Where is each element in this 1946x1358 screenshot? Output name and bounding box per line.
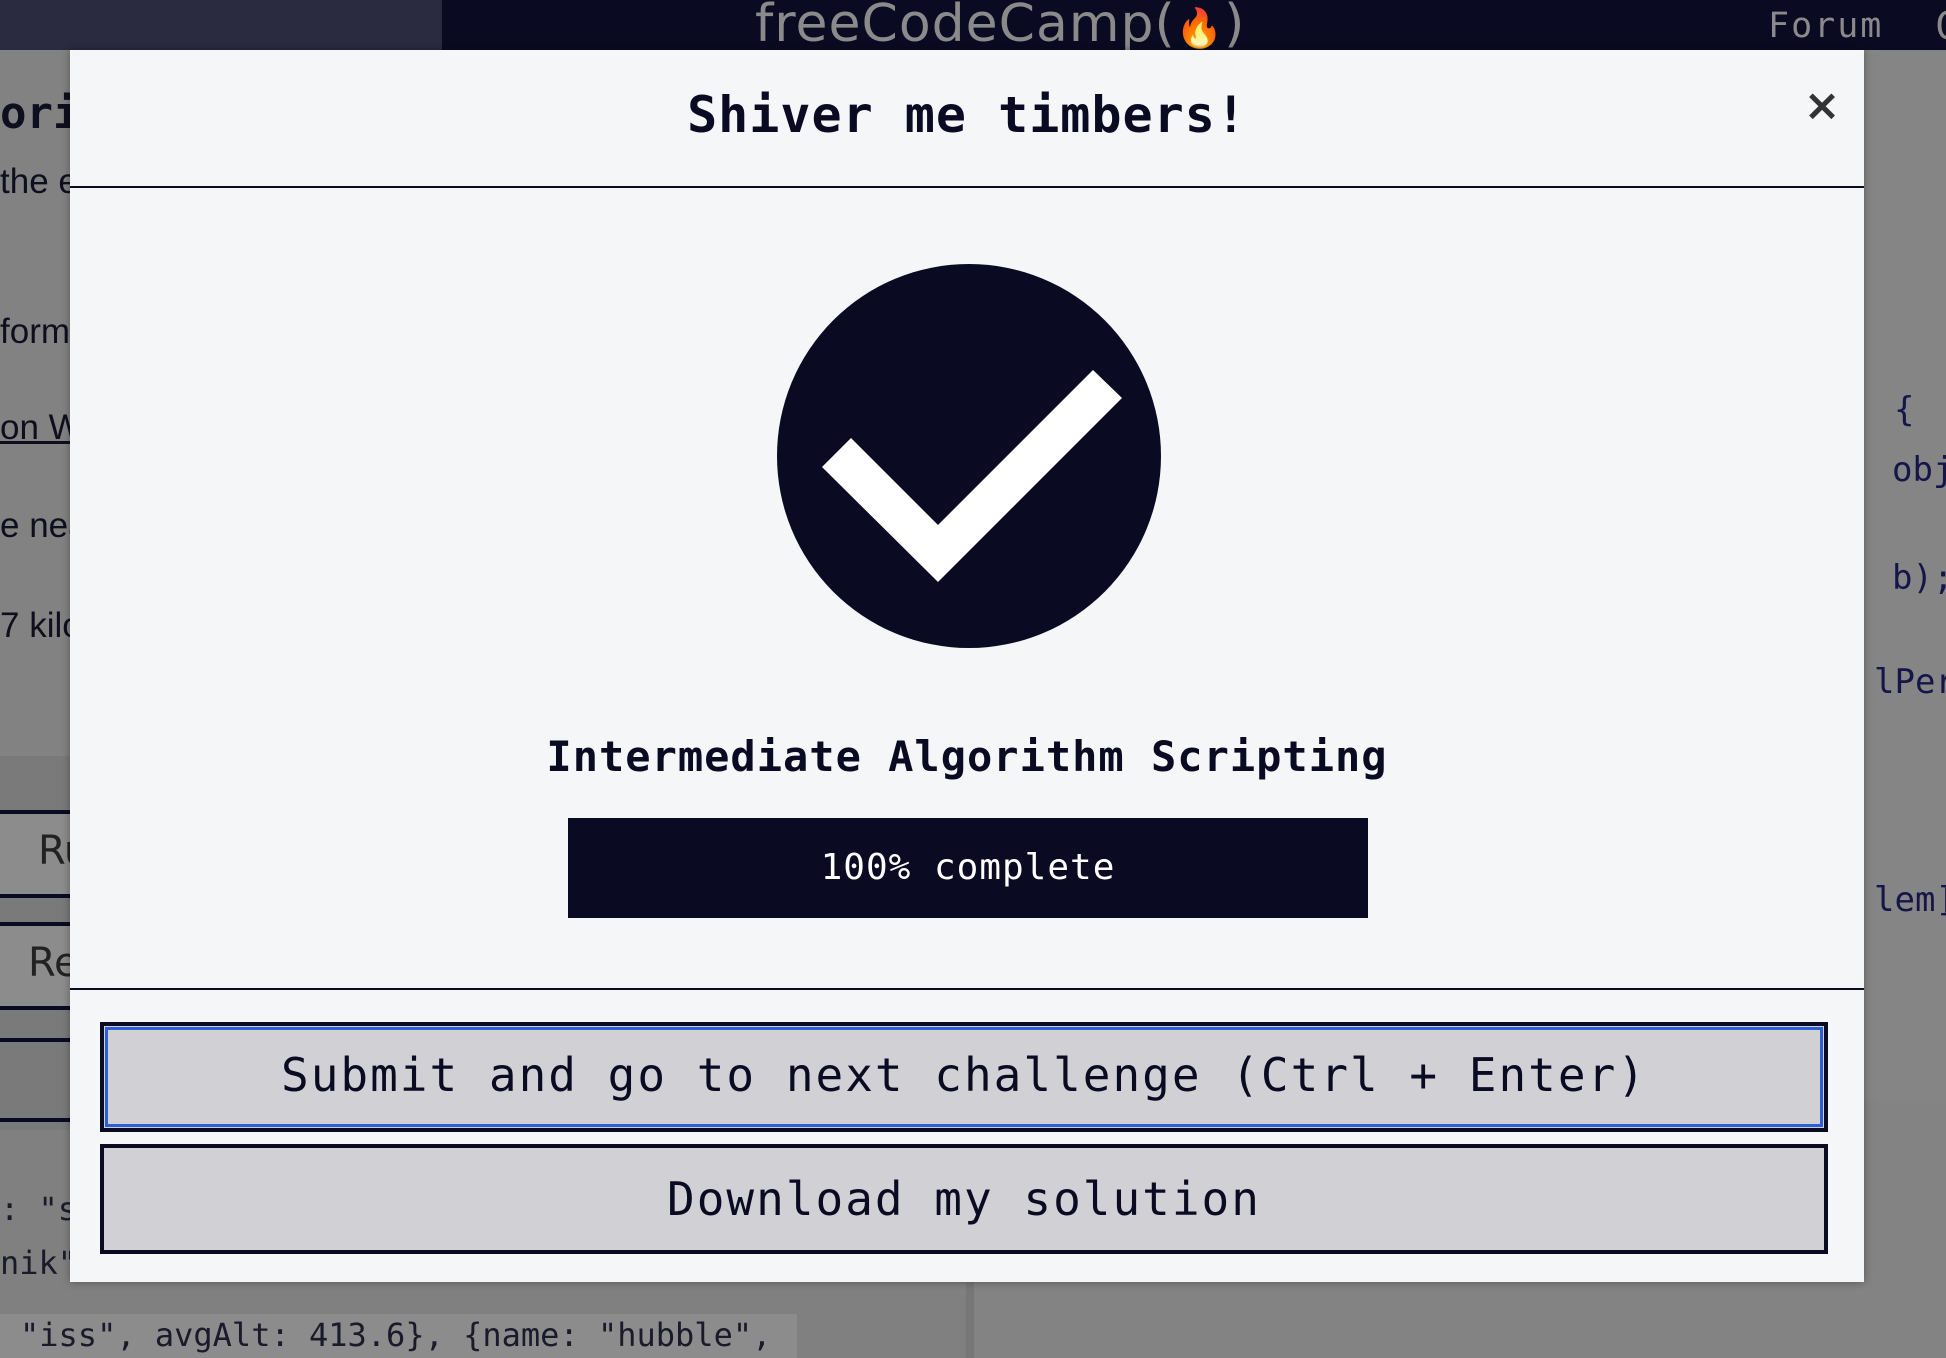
code-line: {	[1894, 390, 1915, 430]
description-line: form	[0, 312, 70, 351]
progress-bar: 100% complete	[568, 818, 1368, 918]
top-navbar: freeCodeCamp(🔥) Forum C	[0, 0, 1946, 54]
console-line: "iss", avgAlt: 413.6}, {name: "hubble",	[20, 1316, 772, 1354]
code-line: b);	[1892, 558, 1946, 598]
close-button[interactable]: ×	[1798, 82, 1846, 130]
block-name: Intermediate Algorithm Scripting	[546, 732, 1388, 781]
console-line: nik"	[0, 1244, 78, 1282]
console-line: : "s	[0, 1190, 78, 1228]
navbar-search-area[interactable]	[0, 0, 442, 50]
challenge-title-fragment: ori	[0, 88, 80, 139]
check-circle-icon	[777, 264, 1161, 648]
forum-link[interactable]: Forum	[1768, 6, 1883, 46]
console-entry: "iss", avgAlt: 413.6}, {name: "hubble",	[0, 1314, 797, 1358]
progress-label: 100% complete	[820, 847, 1116, 888]
logo-text: freeCodeCamp(	[755, 0, 1176, 54]
submit-next-challenge-button[interactable]: Submit and go to next challenge (Ctrl + …	[100, 1022, 1828, 1132]
modal-footer: Submit and go to next challenge (Ctrl + …	[70, 988, 1864, 1284]
modal-title: Shiver me timbers!	[687, 86, 1247, 144]
code-line: obj	[1892, 450, 1946, 490]
code-line: lPer	[1874, 662, 1946, 702]
flame-icon: 🔥	[1175, 6, 1225, 50]
logo-text-close: )	[1224, 0, 1246, 54]
close-icon: ×	[1803, 80, 1841, 131]
modal-header: Shiver me timbers! ×	[70, 50, 1864, 188]
description-line: the e	[0, 162, 78, 201]
download-solution-button[interactable]: Download my solution	[100, 1144, 1828, 1254]
freecodecamp-logo[interactable]: freeCodeCamp(🔥)	[755, 0, 1245, 54]
nav-more-link[interactable]: C	[1935, 4, 1946, 48]
code-line: lem]	[1874, 880, 1946, 920]
completion-modal: Shiver me timbers! × Intermediate Algori…	[70, 50, 1864, 1282]
